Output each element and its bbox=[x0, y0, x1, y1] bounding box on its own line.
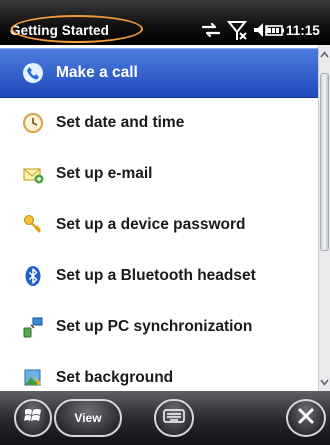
getting-started-list: Make a call Set date and time Set up e-m… bbox=[0, 45, 318, 391]
close-icon bbox=[296, 406, 316, 431]
list-item-label: Set up e-mail bbox=[56, 165, 153, 182]
title-highlight-ring bbox=[11, 15, 143, 43]
title-bar: Getting Started 11:15 bbox=[0, 0, 330, 45]
windows-logo-icon bbox=[22, 405, 44, 432]
email-icon bbox=[22, 163, 44, 185]
view-button[interactable]: View bbox=[54, 399, 122, 437]
list-item-label: Set background bbox=[56, 369, 174, 386]
list-item-label: Set up a device password bbox=[56, 216, 246, 233]
scroll-up-icon[interactable] bbox=[319, 47, 330, 61]
list-item-set-up-a-device-password[interactable]: Set up a device password bbox=[0, 200, 318, 250]
start-button[interactable] bbox=[14, 399, 52, 437]
softkey-bar: View bbox=[0, 391, 330, 445]
signal-off-icon[interactable] bbox=[226, 19, 248, 41]
connectivity-icon[interactable] bbox=[200, 19, 222, 41]
background-icon bbox=[22, 367, 44, 389]
list-item-make-a-call[interactable]: Make a call bbox=[0, 48, 318, 98]
bluetooth-icon bbox=[22, 265, 44, 287]
list-item-set-up-e-mail[interactable]: Set up e-mail bbox=[0, 149, 318, 199]
battery-icon[interactable] bbox=[265, 19, 285, 41]
list-item-label: Make a call bbox=[56, 64, 138, 81]
list-item-label: Set up a Bluetooth headset bbox=[56, 267, 256, 284]
view-button-label: View bbox=[74, 411, 102, 425]
scroll-down-icon[interactable] bbox=[319, 375, 330, 389]
list-item-set-date-and-time[interactable]: Set date and time bbox=[0, 98, 318, 148]
sync-icon bbox=[22, 316, 44, 338]
phone-icon bbox=[22, 62, 44, 84]
clock-icon bbox=[22, 112, 44, 134]
keyboard-icon bbox=[163, 408, 185, 429]
keyboard-button[interactable] bbox=[154, 399, 194, 437]
list-item-set-up-a-bluetooth-headset[interactable]: Set up a Bluetooth headset bbox=[0, 251, 318, 301]
close-button[interactable] bbox=[286, 399, 326, 437]
key-icon bbox=[22, 214, 44, 236]
scrollbar[interactable] bbox=[318, 45, 330, 391]
list-item-label: Set date and time bbox=[56, 114, 185, 131]
list-item-set-up-pc-synchronization[interactable]: Set up PC synchronization bbox=[0, 302, 318, 352]
scrollbar-thumb[interactable] bbox=[320, 73, 329, 251]
list-item-label: Set up PC synchronization bbox=[56, 318, 253, 335]
clock[interactable]: 11:15 bbox=[286, 23, 320, 38]
